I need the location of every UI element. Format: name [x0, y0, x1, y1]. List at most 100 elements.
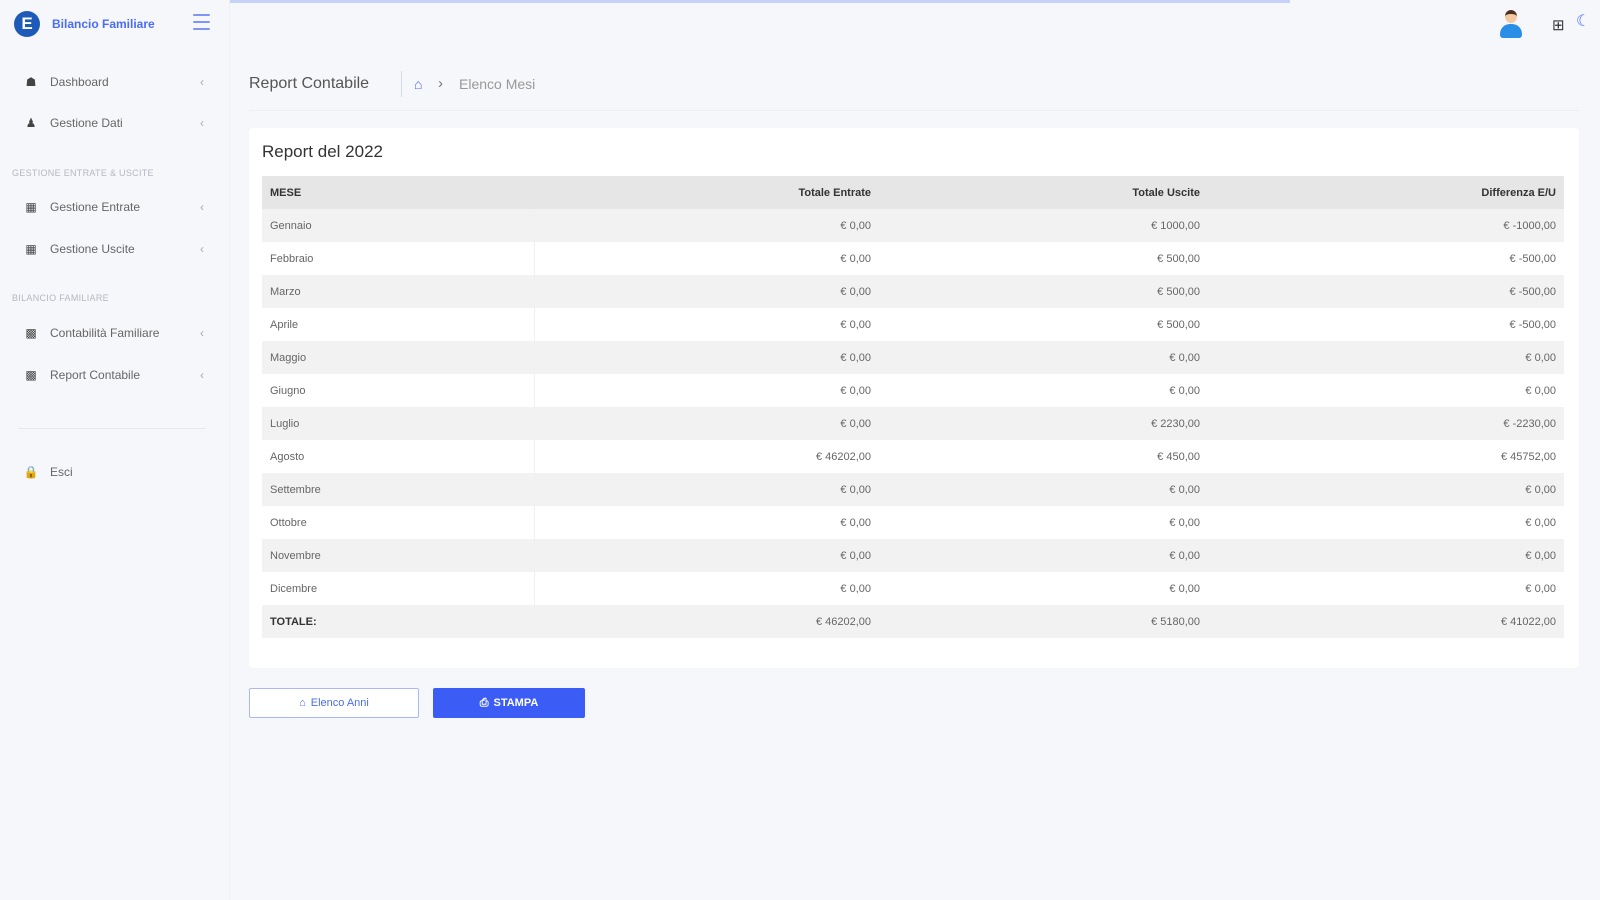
home-icon: ☗ — [25, 75, 37, 89]
cell-entrate: € 0,00 — [534, 242, 879, 275]
cell-mese: Aprile — [262, 308, 535, 341]
bar-chart-icon: ▩ — [25, 368, 37, 382]
cell-uscite: € 2230,00 — [879, 407, 1208, 440]
table-row: Marzo € 0,00 € 500,00 € -500,00 — [262, 275, 1564, 308]
cell-mese: Settembre — [262, 473, 535, 506]
table-row: Luglio € 0,00 € 2230,00 € -2230,00 — [262, 407, 1564, 440]
cell-uscite: € 500,00 — [879, 308, 1208, 341]
sidebar: E Bilancio Familiare ☗ Dashboard ‹ ♟ Ges… — [0, 0, 230, 900]
cell-mese: Novembre — [262, 539, 535, 572]
chevron-left-icon: ‹ — [200, 326, 204, 340]
dark-mode-moon-icon[interactable]: ☾ — [1576, 11, 1590, 31]
chevron-left-icon: ‹ — [200, 242, 204, 256]
table-icon: ▦ — [25, 242, 37, 256]
cell-uscite: € 1000,00 — [879, 209, 1208, 242]
cell-mese: Ottobre — [262, 506, 535, 539]
print-button[interactable]: ⎙ STAMPA — [433, 688, 585, 718]
cell-mese: Giugno — [262, 374, 535, 407]
cell-mese: Luglio — [262, 407, 535, 440]
cell-differenza: € 0,00 — [1208, 341, 1564, 374]
table-row: Settembre € 0,00 € 0,00 € 0,00 — [262, 473, 1564, 506]
sidebar-item-logout[interactable]: 🔒 Esci — [22, 460, 204, 484]
chevron-left-icon: ‹ — [200, 368, 204, 382]
report-table: MESE Totale Entrate Totale Uscite Differ… — [262, 176, 1564, 638]
sidebar-item-gestione-entrate[interactable]: ▦ Gestione Entrate ‹ — [22, 195, 204, 219]
cell-differenza: € 0,00 — [1208, 374, 1564, 407]
table-total-row: TOTALE: € 46202,00 € 5180,00 € 41022,00 — [262, 605, 1564, 638]
sidebar-item-label: Gestione Dati — [50, 116, 123, 130]
report-title: Report del 2022 — [262, 142, 383, 161]
breadcrumb-chevron-icon: › — [438, 75, 443, 92]
total-differenza: € 41022,00 — [1208, 605, 1564, 638]
page-title: Report Contabile — [249, 75, 370, 92]
cell-entrate: € 0,00 — [534, 209, 879, 242]
total-uscite: € 5180,00 — [879, 605, 1208, 638]
lock-icon: 🔒 — [23, 465, 39, 479]
brand-logo-icon: E — [14, 11, 40, 37]
sidebar-item-contabilita-familiare[interactable]: ▩ Contabilità Familiare ‹ — [22, 321, 204, 345]
cell-mese: Agosto — [262, 440, 535, 473]
sidebar-item-label: Gestione Uscite — [50, 242, 135, 256]
sidebar-item-label: Contabilità Familiare — [50, 326, 160, 340]
cell-mese: Maggio — [262, 341, 535, 374]
table-row: Dicembre € 0,00 € 0,00 € 0,00 — [262, 572, 1564, 605]
menu-toggle-icon[interactable] — [193, 14, 210, 30]
cell-uscite: € 450,00 — [879, 440, 1208, 473]
cell-mese: Marzo — [262, 275, 535, 308]
cell-uscite: € 0,00 — [879, 473, 1208, 506]
cell-uscite: € 0,00 — [879, 374, 1208, 407]
cell-uscite: € 500,00 — [879, 242, 1208, 275]
sidebar-item-label: Esci — [50, 465, 73, 479]
sidebar-item-report-contabile[interactable]: ▩ Report Contabile ‹ — [22, 363, 204, 387]
column-header-uscite: Totale Uscite — [879, 176, 1208, 209]
total-label: TOTALE: — [262, 605, 535, 638]
header-divider — [249, 110, 1579, 111]
apps-grid-icon[interactable]: ⊞ — [1552, 16, 1565, 34]
cell-entrate: € 0,00 — [534, 506, 879, 539]
cell-mese: Dicembre — [262, 572, 535, 605]
brand[interactable]: E Bilancio Familiare — [14, 11, 155, 37]
cell-uscite: € 500,00 — [879, 275, 1208, 308]
printer-icon: ⎙ — [479, 696, 489, 709]
cell-mese: Gennaio — [262, 209, 535, 242]
sidebar-divider — [18, 428, 206, 429]
sidebar-item-label: Gestione Entrate — [50, 200, 141, 214]
elenco-anni-button[interactable]: ⌂ Elenco Anni — [249, 688, 419, 718]
cell-mese: Febbraio — [262, 242, 535, 275]
cell-entrate: € 46202,00 — [534, 440, 879, 473]
home-icon: ⌂ — [299, 697, 306, 709]
table-header-row: MESE Totale Entrate Totale Uscite Differ… — [262, 176, 1564, 209]
column-header-mese: MESE — [262, 176, 534, 209]
table-row: Ottobre € 0,00 € 0,00 € 0,00 — [262, 506, 1564, 539]
user-avatar[interactable] — [1497, 8, 1525, 40]
bar-chart-icon: ▩ — [25, 326, 37, 340]
table-row: Aprile € 0,00 € 500,00 € -500,00 — [262, 308, 1564, 341]
breadcrumb-separator — [401, 71, 402, 97]
sidebar-item-gestione-uscite[interactable]: ▦ Gestione Uscite ‹ — [22, 237, 204, 261]
column-header-differenza: Differenza E/U — [1208, 176, 1564, 209]
chevron-left-icon: ‹ — [200, 75, 204, 89]
sidebar-item-dashboard[interactable]: ☗ Dashboard ‹ — [22, 70, 204, 94]
sidebar-item-gestione-dati[interactable]: ♟ Gestione Dati ‹ — [22, 111, 204, 135]
print-label: STAMPA — [493, 697, 539, 709]
table-row: Novembre € 0,00 € 0,00 € 0,00 — [262, 539, 1564, 572]
sidebar-item-label: Report Contabile — [50, 368, 141, 382]
user-icon: ♟ — [25, 116, 37, 130]
cell-uscite: € 0,00 — [879, 572, 1208, 605]
breadcrumb-current: Elenco Mesi — [459, 76, 536, 92]
chevron-left-icon: ‹ — [200, 200, 204, 214]
section-title-entrate-uscite: GESTIONE ENTRATE & USCITE — [12, 168, 154, 178]
cell-uscite: € 0,00 — [879, 341, 1208, 374]
table-row: Agosto € 46202,00 € 450,00 € 45752,00 — [262, 440, 1564, 473]
cell-entrate: € 0,00 — [534, 539, 879, 572]
cell-differenza: € 0,00 — [1208, 506, 1564, 539]
report-card: Report del 2022 MESE Totale Entrate Tota… — [249, 128, 1579, 668]
cell-entrate: € 0,00 — [534, 275, 879, 308]
cell-differenza: € 0,00 — [1208, 473, 1564, 506]
cell-entrate: € 0,00 — [534, 473, 879, 506]
cell-differenza: € 0,00 — [1208, 572, 1564, 605]
cell-entrate: € 0,00 — [534, 341, 879, 374]
chevron-left-icon: ‹ — [200, 116, 204, 130]
table-row: Giugno € 0,00 € 0,00 € 0,00 — [262, 374, 1564, 407]
breadcrumb-home-icon[interactable]: ⌂ — [414, 76, 422, 92]
